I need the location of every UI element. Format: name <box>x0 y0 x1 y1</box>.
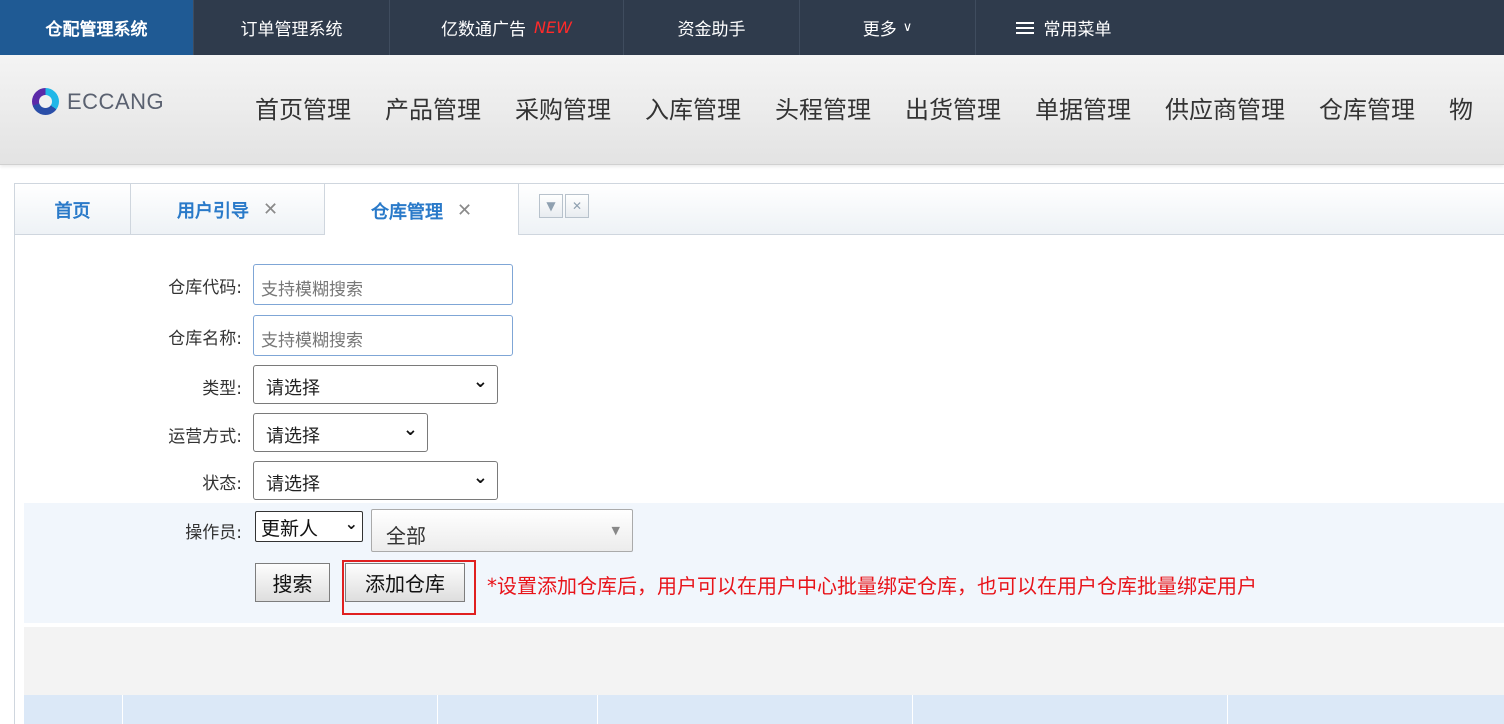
close-icon[interactable]: ✕ <box>457 200 472 221</box>
nav-item-purchase[interactable]: 采购管理 <box>498 90 628 125</box>
system-tab-finance[interactable]: 资金助手 <box>624 0 800 55</box>
tab-user-guide[interactable]: 用户引导 ✕ <box>131 184 325 235</box>
tab-home[interactable]: 首页 <box>15 184 131 235</box>
close-all-tabs-icon[interactable]: ✕ <box>565 194 589 218</box>
tab-dropdown-icon[interactable]: ▼ <box>539 194 563 218</box>
tab-label: 用户引导 <box>176 200 249 222</box>
nav-item-warehouse[interactable]: 仓库管理 <box>1302 90 1432 125</box>
status-label: 状态: <box>202 474 242 494</box>
toolbar-area <box>24 627 1504 695</box>
page-tab-strip: 首页 用户引导 ✕ 仓库管理 ✕ ▼ ✕ <box>14 183 1504 237</box>
status-select[interactable]: 请选择 ⌄ <box>253 461 498 500</box>
operator-value: 全部 <box>386 524 426 548</box>
warehouse-name-input[interactable]: 支持模糊搜索 <box>253 315 513 356</box>
table-header-cell <box>24 695 123 724</box>
status-select-value: 请选择 <box>266 474 320 495</box>
nav-item-documents[interactable]: 单据管理 <box>1018 90 1148 125</box>
system-tab-common-menu[interactable]: 常用菜单 <box>976 0 1151 55</box>
filter-band <box>24 503 1504 623</box>
table-header-cell <box>438 695 598 724</box>
type-select[interactable]: 请选择 ⌄ <box>253 365 498 404</box>
system-tab-warehouse[interactable]: 仓配管理系统 <box>0 0 194 55</box>
nav-item-product[interactable]: 产品管理 <box>368 90 498 125</box>
close-icon[interactable]: ✕ <box>263 199 278 220</box>
eccang-logo[interactable]: ECCANG <box>32 88 164 115</box>
tab-warehouse-management[interactable]: 仓库管理 ✕ <box>325 184 519 237</box>
table-header-cell <box>598 695 913 724</box>
logo-text: ECCANG <box>67 88 165 114</box>
chevron-down-icon: ⌄ <box>472 371 488 392</box>
system-bar: 仓配管理系统 订单管理系统 亿数通广告 NEW 资金助手 更多 ∨ 常用菜单 <box>0 0 1504 55</box>
table-header-cell <box>123 695 438 724</box>
nav-item-logistics[interactable]: 物 <box>1432 90 1490 125</box>
system-tab-ads[interactable]: 亿数通广告 NEW <box>390 0 624 55</box>
type-label: 类型: <box>202 379 242 399</box>
operator-field-value: 更新人 <box>261 518 319 540</box>
table-header-cell <box>913 695 1228 724</box>
nav-item-outbound[interactable]: 出货管理 <box>888 90 1018 125</box>
operator-combobox[interactable]: 全部 ▼ <box>371 509 633 552</box>
search-button[interactable]: 搜索 <box>255 563 330 602</box>
nav-item-inbound[interactable]: 入库管理 <box>628 90 758 125</box>
main-nav-menu: 首页管理 产品管理 采购管理 入库管理 头程管理 出货管理 单据管理 供应商管理… <box>238 90 1490 125</box>
system-tab-label: 仓配管理系统 <box>45 20 148 40</box>
eccang-logo-icon <box>32 88 59 115</box>
operator-field-select[interactable]: 更新人 ⌄ <box>255 511 363 542</box>
warehouse-code-label: 仓库代码: <box>168 278 242 298</box>
system-tab-more[interactable]: 更多 ∨ <box>800 0 976 55</box>
table-header <box>24 695 1504 724</box>
type-select-value: 请选择 <box>266 378 320 399</box>
operation-mode-label: 运营方式: <box>168 427 242 447</box>
menu-lines-icon <box>1015 19 1034 37</box>
warehouse-name-label: 仓库名称: <box>168 329 242 349</box>
nav-item-supplier[interactable]: 供应商管理 <box>1148 90 1302 125</box>
dropdown-arrow-icon: ▼ <box>611 524 620 537</box>
operator-label: 操作员: <box>185 523 242 543</box>
chevron-down-icon: ⌄ <box>402 419 418 440</box>
tab-label: 首页 <box>54 200 91 222</box>
system-tab-label: 资金助手 <box>677 20 746 40</box>
chevron-down-icon: ⌄ <box>344 514 358 533</box>
new-badge: NEW <box>534 18 572 37</box>
warehouse-code-input[interactable]: 支持模糊搜索 <box>253 264 513 305</box>
tab-label: 仓库管理 <box>370 201 443 223</box>
nav-item-first-leg[interactable]: 头程管理 <box>758 90 888 125</box>
system-tab-label: 亿数通广告 <box>441 20 527 40</box>
system-tab-order[interactable]: 订单管理系统 <box>194 0 390 55</box>
nav-item-home[interactable]: 首页管理 <box>238 90 368 125</box>
highlight-box <box>342 560 476 615</box>
system-tab-label: 订单管理系统 <box>240 20 343 40</box>
chevron-down-icon: ⌄ <box>472 467 488 488</box>
chevron-down-icon: ∨ <box>902 20 913 35</box>
hint-text: *设置添加仓库后，用户可以在用户中心批量绑定仓库，也可以在用户仓库批量绑定用户 <box>487 574 1257 598</box>
system-tab-label: 更多 <box>862 20 897 40</box>
table-header-cell <box>1228 695 1504 724</box>
operation-mode-select-value: 请选择 <box>266 426 320 447</box>
main-navbar: ECCANG 首页管理 产品管理 采购管理 入库管理 头程管理 出货管理 单据管… <box>0 55 1504 165</box>
system-tab-label: 常用菜单 <box>1043 20 1112 40</box>
operation-mode-select[interactable]: 请选择 ⌄ <box>253 413 428 452</box>
